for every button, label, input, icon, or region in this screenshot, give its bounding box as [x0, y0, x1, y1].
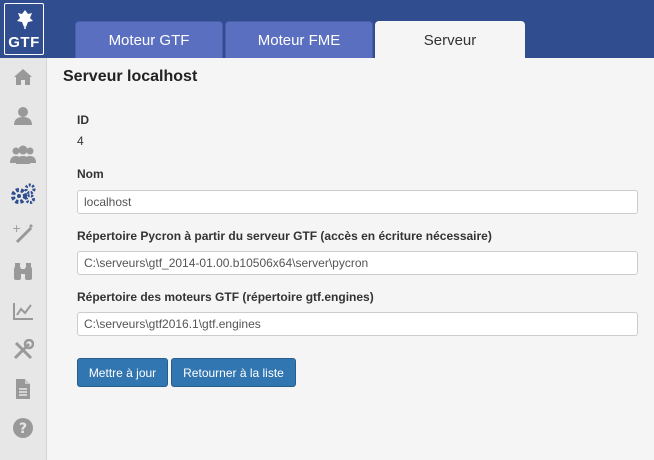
gears-icon: [11, 183, 36, 204]
sidebar-item-user[interactable]: [0, 99, 46, 133]
sidebar-item-home[interactable]: [0, 60, 46, 94]
pycron-dir-label: Répertoire Pycron à partir du serveur GT…: [77, 229, 492, 243]
update-button[interactable]: Mettre à jour: [77, 358, 168, 387]
binoculars-icon: [14, 263, 32, 280]
engines-dir-field[interactable]: [77, 312, 638, 336]
sidebar-item-docs[interactable]: [0, 372, 46, 406]
tools-icon: [13, 339, 34, 360]
id-label: ID: [77, 113, 89, 127]
svg-text:?: ?: [19, 421, 27, 437]
main-content: Serveur localhost ID 4 Nom Répertoire Py…: [47, 58, 654, 460]
sidebar-item-stats[interactable]: [0, 294, 46, 328]
sidebar-item-admin[interactable]: [0, 333, 46, 367]
name-field[interactable]: [77, 190, 638, 214]
back-to-list-button[interactable]: Retourner à la liste: [171, 358, 296, 387]
sidebar-item-engines[interactable]: [0, 177, 46, 211]
tab-serveur[interactable]: Serveur: [375, 21, 525, 58]
logo[interactable]: GTF: [0, 0, 47, 58]
logo-frame: GTF: [4, 3, 44, 55]
pycron-dir-field[interactable]: [77, 251, 638, 275]
file-icon: [16, 379, 30, 399]
brand-name: GTF: [8, 34, 40, 51]
sidebar-item-users[interactable]: [0, 138, 46, 172]
user-icon: [14, 107, 32, 125]
tab-moteur-gtf[interactable]: Moteur GTF: [75, 21, 223, 58]
page-title: Serveur localhost: [63, 68, 198, 85]
sidebar-item-explore[interactable]: [0, 255, 46, 289]
line-chart-icon: [13, 303, 33, 320]
engines-dir-label: Répertoire des moteurs GTF (répertoire g…: [77, 290, 374, 304]
top-navbar: Moteur GTF Moteur FME Serveur: [47, 0, 654, 58]
sidebar-item-wizard[interactable]: +: [0, 216, 46, 250]
magic-wand-icon: +: [12, 222, 33, 244]
sidebar: GTF + ?: [0, 0, 47, 460]
sidebar-item-help[interactable]: ?: [0, 411, 46, 445]
home-icon: [14, 69, 32, 85]
help-icon: ?: [13, 418, 33, 438]
svg-text:+: +: [12, 222, 21, 235]
name-label: Nom: [77, 167, 104, 181]
id-value: 4: [77, 134, 84, 148]
tab-moteur-fme[interactable]: Moteur FME: [225, 21, 373, 58]
vine-leaf-icon: [17, 10, 33, 29]
users-icon: [10, 145, 36, 164]
